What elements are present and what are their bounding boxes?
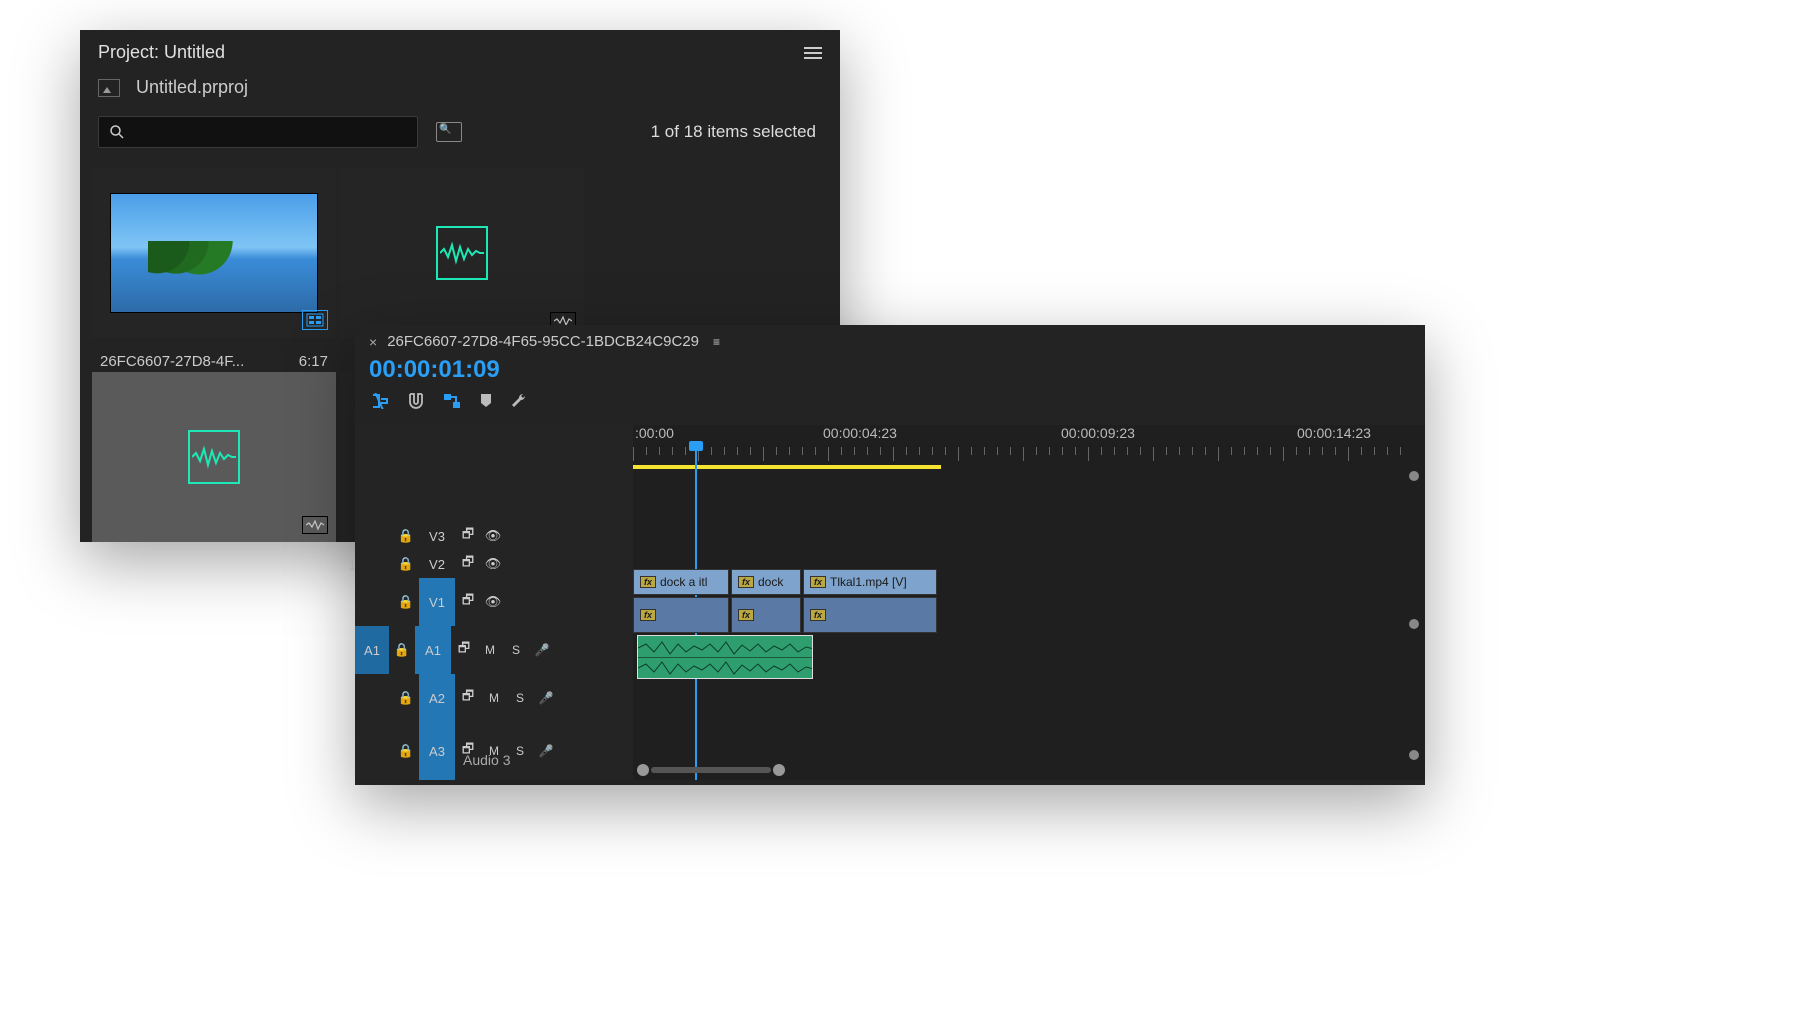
fx-badge-icon: fx bbox=[738, 576, 754, 588]
mute-button[interactable]: M bbox=[481, 691, 507, 705]
lock-icon[interactable]: 🔒 bbox=[393, 743, 419, 759]
fx-badge-icon: fx bbox=[738, 609, 754, 621]
time-ruler[interactable]: :00:00 00:00:04:23 00:00:09:23 00:00:14:… bbox=[633, 425, 1425, 485]
project-item[interactable] bbox=[340, 168, 584, 338]
insert-overwrite-icon[interactable] bbox=[371, 393, 389, 414]
search-icon bbox=[109, 124, 125, 140]
waveform-icon bbox=[192, 445, 236, 469]
audio-clip[interactable]: fx bbox=[633, 597, 729, 633]
track-label[interactable]: V3 bbox=[419, 522, 455, 550]
eye-icon[interactable]: 👁 bbox=[481, 528, 505, 544]
audio-thumbnail bbox=[188, 430, 240, 484]
track-header-v3[interactable]: 🔒 V3 🗗 👁 bbox=[355, 522, 633, 550]
track-name-label: Audio 3 bbox=[463, 752, 510, 768]
lock-icon[interactable]: 🔒 bbox=[389, 642, 415, 658]
fx-badge-icon: fx bbox=[810, 609, 826, 621]
audio-clip[interactable]: fx bbox=[803, 597, 937, 633]
eye-icon[interactable]: 👁 bbox=[481, 594, 505, 610]
item-duration: 6:17 bbox=[299, 353, 328, 370]
project-item-selected[interactable] bbox=[92, 372, 336, 542]
clip-waveform bbox=[638, 638, 813, 678]
items-selected-label: 1 of 18 items selected bbox=[651, 122, 816, 142]
audio-thumbnail bbox=[436, 226, 488, 280]
track-header-a2[interactable]: 🔒 A2 🗗 M S 🎤 bbox=[355, 674, 633, 722]
find-in-bins-icon[interactable] bbox=[436, 122, 462, 142]
fx-badge-icon: fx bbox=[638, 635, 654, 636]
source-patch[interactable]: A1 bbox=[355, 626, 389, 674]
track-header-v2[interactable]: 🔒 V2 🗗 👁 bbox=[355, 550, 633, 578]
fx-badge-icon: fx bbox=[810, 576, 826, 588]
lock-icon[interactable]: 🔒 bbox=[393, 556, 419, 572]
panel-title: Project: Untitled bbox=[98, 42, 225, 63]
voiceover-mic-icon[interactable]: 🎤 bbox=[533, 744, 559, 758]
eye-icon[interactable]: 👁 bbox=[481, 556, 505, 572]
lock-icon[interactable]: 🔒 bbox=[393, 594, 419, 610]
wrench-settings-icon[interactable] bbox=[511, 392, 529, 415]
project-item[interactable] bbox=[92, 168, 336, 338]
sync-lock-icon[interactable]: 🗗 bbox=[455, 591, 481, 613]
solo-button[interactable]: S bbox=[503, 643, 529, 657]
voiceover-mic-icon[interactable]: 🎤 bbox=[533, 691, 559, 705]
playhead-timecode[interactable]: 00:00:01:09 bbox=[355, 354, 1425, 386]
sync-lock-icon[interactable]: 🗗 bbox=[455, 553, 481, 575]
bin-up-icon[interactable] bbox=[98, 79, 120, 97]
close-icon[interactable]: × bbox=[369, 334, 377, 350]
sync-lock-icon[interactable]: 🗗 bbox=[455, 525, 481, 547]
track-divider-handle[interactable] bbox=[1409, 750, 1419, 760]
track-header-area: 🔒 V3 🗗 👁 🔒 V2 🗗 👁 🔒 V1 🗗 👁 A1 bbox=[355, 425, 633, 780]
video-clip[interactable]: fxTlkal1.mp4 [V] bbox=[803, 569, 937, 595]
ruler-label: 00:00:09:23 bbox=[1061, 425, 1135, 441]
track-label[interactable]: A3 bbox=[419, 722, 455, 780]
waveform-icon bbox=[440, 241, 484, 265]
sync-lock-icon[interactable]: 🗗 bbox=[451, 639, 477, 661]
timeline-panel: × 26FC6607-27D8-4F65-95CC-1BDCB24C9C29 ≡… bbox=[355, 325, 1425, 785]
timeline-tracks-area[interactable]: :00:00 00:00:04:23 00:00:09:23 00:00:14:… bbox=[633, 425, 1425, 780]
snap-magnet-icon[interactable] bbox=[407, 392, 425, 415]
fx-badge-icon: fx bbox=[640, 576, 656, 588]
ruler-ticks bbox=[633, 447, 1425, 463]
video-clip[interactable]: fxdock bbox=[731, 569, 801, 595]
audio-clip-dropped[interactable]: fx bbox=[637, 635, 813, 679]
track-divider-handle[interactable] bbox=[1409, 619, 1419, 629]
ruler-label: 00:00:14:23 bbox=[1297, 425, 1371, 441]
sequence-tab-name[interactable]: 26FC6607-27D8-4F65-95CC-1BDCB24C9C29 bbox=[387, 333, 699, 350]
item-name: 26FC6607-27D8-4F... bbox=[100, 353, 244, 370]
track-header-v1[interactable]: 🔒 V1 🗗 👁 bbox=[355, 578, 633, 626]
panel-menu-icon[interactable] bbox=[804, 44, 822, 62]
video-clip[interactable]: fxdock a itl bbox=[633, 569, 729, 595]
lock-icon[interactable]: 🔒 bbox=[393, 690, 419, 706]
search-input[interactable] bbox=[125, 124, 407, 140]
linked-selection-icon[interactable] bbox=[443, 393, 461, 414]
fx-badge-icon: fx bbox=[640, 609, 656, 621]
mute-button[interactable]: M bbox=[477, 643, 503, 657]
track-divider-handle[interactable] bbox=[1409, 471, 1419, 481]
track-header-a1[interactable]: A1 🔒 A1 🗗 M S 🎤 bbox=[355, 626, 633, 674]
work-area-bar[interactable] bbox=[633, 465, 941, 469]
sync-lock-icon[interactable]: 🗗 bbox=[455, 687, 481, 709]
track-header-a3[interactable]: 🔒 A3 🗗 M S 🎤 bbox=[355, 722, 633, 780]
track-label[interactable]: V1 bbox=[419, 578, 455, 626]
ruler-label: 00:00:04:23 bbox=[823, 425, 897, 441]
voiceover-mic-icon[interactable]: 🎤 bbox=[529, 643, 555, 657]
solo-button[interactable]: S bbox=[507, 744, 533, 758]
timeline-zoom-scrollbar[interactable] bbox=[637, 764, 1405, 776]
audio-clip[interactable]: fx bbox=[731, 597, 801, 633]
marker-icon[interactable] bbox=[479, 393, 493, 414]
project-filename: Untitled.prproj bbox=[136, 77, 248, 98]
ruler-label: :00:00 bbox=[635, 425, 674, 441]
track-label[interactable]: A2 bbox=[419, 674, 455, 722]
track-label[interactable]: V2 bbox=[419, 550, 455, 578]
audio-badge-icon bbox=[302, 516, 328, 534]
track-label[interactable]: A1 bbox=[415, 626, 451, 674]
sequence-badge-icon bbox=[302, 310, 328, 330]
solo-button[interactable]: S bbox=[507, 691, 533, 705]
lock-icon[interactable]: 🔒 bbox=[393, 528, 419, 544]
search-input-wrapper[interactable] bbox=[98, 116, 418, 148]
video-thumbnail bbox=[110, 193, 318, 313]
tab-menu-icon[interactable]: ≡ bbox=[713, 335, 720, 349]
